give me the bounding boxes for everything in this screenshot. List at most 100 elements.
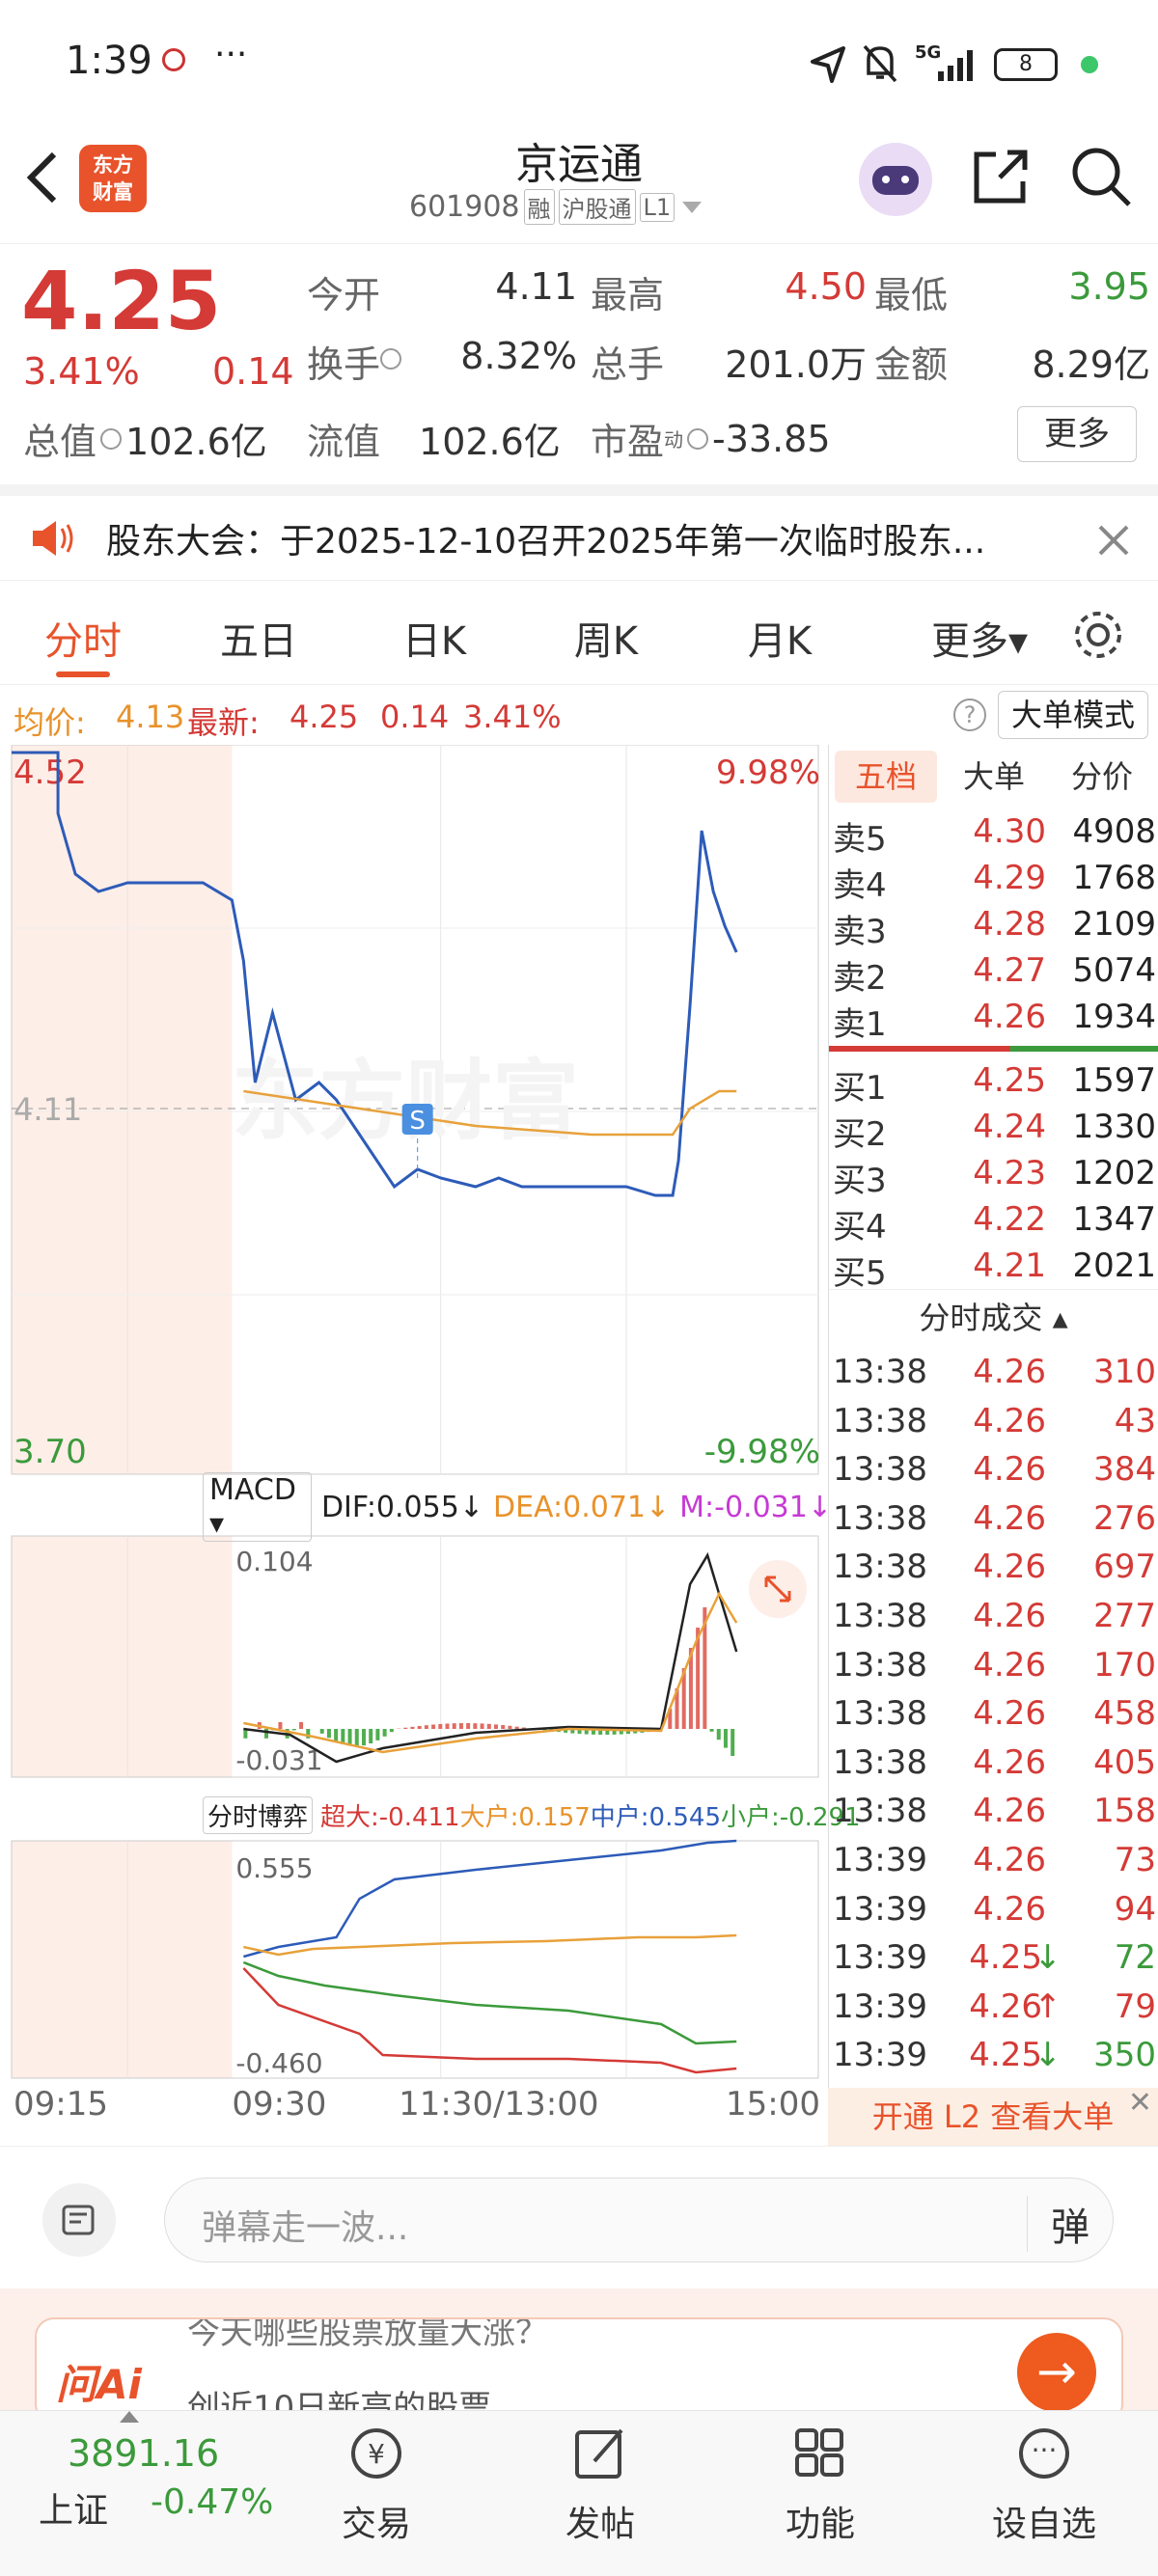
book-price: 4.24 — [973, 1108, 1046, 1146]
ask-row[interactable]: 卖4 4.29 1768 — [829, 855, 1158, 905]
stock-code-row[interactable]: 601908 融沪股通 L1 — [409, 189, 703, 225]
x-tick-label: 15:00 — [726, 2085, 820, 2124]
watermark: 东方财富 — [232, 1051, 579, 1152]
orderbook-tab-1[interactable]: 大单 — [943, 751, 1045, 803]
trade-volume: 310 — [1093, 1353, 1156, 1391]
svg-text:¥: ¥ — [368, 2438, 385, 2470]
quote-value: 3.95 — [1068, 265, 1150, 308]
trade-volume: 277 — [1093, 1596, 1156, 1635]
macd-bar — [264, 1729, 269, 1739]
tab-2[interactable]: 日K — [386, 610, 482, 666]
nav-functions[interactable]: 功能 — [762, 2425, 878, 2569]
big-order-mode-button[interactable]: 大单模式 — [998, 691, 1148, 739]
tab-1[interactable]: 五日 — [210, 610, 307, 666]
notice-text: 股东大会：于2025-12-10召开2025年第一次临时股东... — [106, 521, 986, 562]
ask-row[interactable]: 卖3 4.28 2109 — [829, 901, 1158, 951]
trade-price: 4.26 — [973, 1694, 1046, 1734]
book-volume: 1768 — [1072, 859, 1156, 897]
trade-price: 4.25 — [969, 1938, 1042, 1978]
notice-bar[interactable]: 股东大会：于2025-12-10召开2025年第一次临时股东... — [0, 484, 1158, 581]
ask-row[interactable]: 卖2 4.27 5074 — [829, 947, 1158, 998]
macd-select[interactable]: MACD ▾ — [203, 1472, 312, 1542]
macd-m: M:-0.031 — [679, 1490, 808, 1524]
settings-gear-icon[interactable] — [1071, 608, 1125, 662]
l2-close-icon[interactable]: ✕ — [1128, 2074, 1152, 2132]
bid-row[interactable]: 买5 4.21 2021 — [829, 1243, 1158, 1293]
avg-label: 均价: — [14, 704, 86, 741]
bid-row[interactable]: 买1 4.25 1597 — [829, 1057, 1158, 1108]
quote-value: 4.11 — [495, 265, 577, 308]
book-price: 4.22 — [973, 1200, 1046, 1239]
macd-bar — [354, 1729, 359, 1746]
bid-row[interactable]: 买2 4.24 1330 — [829, 1104, 1158, 1154]
ai-go-icon[interactable]: → — [1017, 2333, 1096, 2412]
ask-row[interactable]: 卖5 4.30 4908 — [829, 808, 1158, 859]
nav-post[interactable]: 发帖 — [542, 2425, 658, 2569]
trade-price: 4.26 — [973, 1840, 1046, 1879]
book-price: 4.28 — [973, 905, 1046, 944]
macd-bar — [716, 1729, 721, 1740]
trade-volume: 158 — [1093, 1792, 1156, 1831]
macd-dif: DIF:0.055 — [320, 1490, 459, 1524]
trade-time: 13:38 — [833, 1694, 927, 1734]
trade-row: 13:38 4.26 458 — [829, 1688, 1158, 1738]
quote-value: 8.32% — [460, 335, 577, 377]
boyi-bottom-label: -0.460 — [235, 2047, 322, 2079]
tab-4[interactable]: 月K — [731, 610, 828, 666]
index-widget[interactable]: 3891.16 上证 -0.47% — [0, 2411, 273, 2576]
more-button[interactable]: 更多 — [1017, 406, 1137, 462]
svg-text:···: ··· — [1032, 2434, 1058, 2466]
ai-logo: 问Ai — [56, 2361, 142, 2408]
macd-bar — [452, 1723, 456, 1729]
quote-panel: 4.25 3.41% 0.14 今开 4.11 最高 4.50 最低 3.95 换手 8.32… — [0, 243, 1158, 482]
prev-close-label: 4.11 — [14, 1091, 82, 1128]
status-bar: 1:39 ··· 5G 8 — [0, 0, 1158, 125]
danmu-input[interactable]: 弹幕走一波... 弹 — [164, 2178, 1114, 2262]
status-time: 1:39 — [66, 39, 152, 83]
index-percent: -0.47% — [151, 2482, 274, 2522]
down-arrow-icon: ↓ — [1034, 1938, 1062, 1978]
macd-bar — [299, 1722, 304, 1729]
robot-avatar-icon[interactable] — [859, 143, 932, 216]
danmu-toggle-icon[interactable] — [42, 2183, 116, 2257]
ai-banner[interactable]: 问Ai 今天哪些股票放量大涨？ 创近10日新高的股票 → — [0, 2288, 1158, 2424]
close-icon[interactable] — [1096, 523, 1131, 558]
bid-row[interactable]: 买4 4.22 1347 — [829, 1196, 1158, 1247]
tab-0[interactable]: 分时 — [35, 610, 131, 677]
tab-5[interactable]: 更多▾ — [917, 610, 1042, 666]
trade-price: 4.26 — [973, 1645, 1046, 1685]
macd-bar — [326, 1729, 331, 1739]
trade-volume: 458 — [1093, 1694, 1156, 1734]
macd-bar — [480, 1723, 484, 1729]
functions-icon — [795, 2428, 843, 2477]
trade-price: 4.26 — [973, 1353, 1046, 1391]
quote-label: 今开 — [307, 274, 381, 316]
l2-upgrade-banner[interactable]: 开通 L2 查看大单 ✕ — [828, 2086, 1158, 2146]
orderbook-tab-0[interactable]: 五档 — [835, 751, 937, 803]
bid-row[interactable]: 买3 4.23 1202 — [829, 1150, 1158, 1200]
trade-icon: ¥ — [351, 2428, 401, 2479]
latest-change: 0.14 — [380, 699, 450, 735]
back-icon[interactable] — [21, 149, 60, 206]
pe-row: 市盈动 -33.85 — [591, 417, 831, 464]
nav-trade[interactable]: ¥ 交易 — [318, 2425, 434, 2569]
search-icon[interactable] — [1069, 145, 1133, 208]
quote-label: 换手 — [307, 343, 381, 386]
help-icon[interactable]: ? — [953, 699, 986, 731]
intraday-chart[interactable]: 4.52 3.70 4.11 9.98% -9.98% 东方财富S 0.104 -0.031 0… — [0, 745, 830, 2146]
avg-value: 4.13 — [116, 699, 185, 735]
macd-bar — [389, 1729, 394, 1733]
orderbook-tab-2[interactable]: 分价 — [1051, 751, 1153, 803]
trade-price: 4.26 — [973, 1401, 1046, 1440]
stock-header: 东方 财富 京运通 601908 融沪股通 L1 — [0, 125, 1158, 241]
boyi-select[interactable]: 分时博弈 — [203, 1795, 314, 1834]
app-logo[interactable]: 东方 财富 — [79, 145, 147, 212]
ask-row[interactable]: 卖1 4.26 1934 — [829, 994, 1158, 1044]
mute-bell-icon — [863, 44, 897, 83]
share-icon[interactable] — [971, 147, 1031, 206]
tab-3[interactable]: 周K — [558, 610, 654, 666]
macd-bar — [486, 1723, 491, 1729]
danmu-send-icon[interactable]: 弹 — [1027, 2196, 1089, 2252]
trades-title[interactable]: 分时成交 ▴ — [829, 1289, 1158, 1347]
nav-watchlist[interactable]: ··· 设自选 — [986, 2425, 1102, 2569]
